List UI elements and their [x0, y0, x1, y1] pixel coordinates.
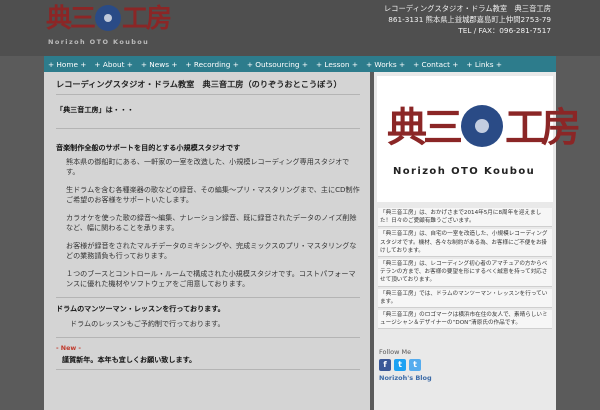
header-tel: TEL / FAX：096-281-7517 — [458, 26, 551, 35]
sidebar-logo: 典三 工房 Norizoh OTO Koubou — [377, 76, 581, 202]
nav-outsourcing[interactable]: + Outsourcing + — [247, 60, 308, 69]
studio-paragraph-5: １つのブースとコントロール・ルームで構成された小規模スタジオです。コストパフォー… — [66, 269, 356, 288]
logo-english: Norizoh OTO Koubou — [48, 38, 150, 46]
nav-works[interactable]: + Works + — [366, 60, 405, 69]
nav-contact[interactable]: + Contact + — [413, 60, 458, 69]
twitter-bird-icon[interactable]: t — [409, 359, 421, 371]
studio-paragraph-2: 生ドラムを含む各種楽器の歌などの録音、その編集〜プリ・マスタリングまで、主にCD… — [66, 185, 360, 204]
sidebar-logo-japanese: 典三 工房 — [387, 104, 581, 151]
facebook-icon[interactable]: f — [379, 359, 391, 371]
news-label: - New - — [56, 345, 81, 352]
studio-paragraph-1: 熊本県の御船町にある、一軒家の一室を改造した、小規模レコーディング専用スタジオで… — [66, 157, 350, 176]
sidebar-paragraph-2: 「典三音工房」は、自宅の一室を改造した、小規模レコーディングスタジオです。機材、… — [378, 229, 552, 258]
nav-recording[interactable]: + Recording + — [185, 60, 238, 69]
header-studio-name: レコーディングスタジオ・ドラム教室 典三音工房 — [383, 4, 551, 13]
main-nav: + Home + + About + + News + + Recording … — [44, 56, 556, 72]
studio-paragraph-3: カラオケを使った歌の録音〜編集、ナレーション録音、既に録音されたデータのノイズ削… — [66, 213, 357, 232]
main-content: レコーディングスタジオ・ドラム教室 典三音工房（のりぞうおとこうぼう） 「典三音… — [44, 72, 370, 410]
site-header: 典三 工房 Norizoh OTO Koubou レコーディングスタジオ・ドラム教… — [0, 0, 600, 56]
logo-ring-icon — [95, 5, 122, 31]
intro-heading: 「典三音工房」は・・・ — [56, 105, 135, 114]
sidebar-paragraph-5: 「典三音工房」のロゴマークは横浜市在住の友人で、素晴らしいミュージシャン＆デザイ… — [378, 310, 552, 330]
news-item[interactable]: 謹賀新年。本年も宜しくお願い致します。 — [56, 355, 360, 365]
divider — [56, 369, 360, 370]
nav-news[interactable]: + News + — [141, 60, 178, 69]
header-address: 861-3131 熊本県上益城郡嘉島町上仲間2753-79 — [388, 15, 551, 24]
sidebar-paragraph-4: 「典三音工房」では、ドラムのマンツーマン・レッスンを行っています。 — [378, 288, 552, 309]
nav-lesson[interactable]: + Lesson + — [316, 60, 358, 69]
studio-paragraph-4: お客様が録音をされたマルチデータのミキシングや、完成ミックスのプリ・マスタリング… — [66, 241, 357, 260]
blog-link[interactable]: Norizoh's Blog — [379, 374, 432, 382]
nav-about[interactable]: + About + — [94, 60, 132, 69]
header-contact-info: レコーディングスタジオ・ドラム教室 典三音工房 861-3131 熊本県上益城郡… — [384, 3, 551, 36]
sidebar-paragraph-1: 「典三音工房」は、おかげさまで2014年5月に8周年を迎えました！日々のご愛顧有… — [378, 208, 552, 228]
sidebar-paragraph-3: 「典三音工房」は、レコーディング初心者のアマチュアの方からベテランの方まで、お客… — [378, 259, 552, 287]
twitter-icon[interactable]: t — [394, 359, 406, 371]
sidebar-info: 「典三音工房」は、おかげさまで2014年5月に8周年を迎えました！日々のご愛顧有… — [378, 208, 552, 331]
lesson-paragraph: ドラムのレッスンもご予約制で行っております。 — [70, 319, 225, 328]
sidebar-logo-ring-icon — [461, 105, 503, 147]
section-heading-lesson: ドラムのマンツーマン・レッスンを行っております。 — [56, 304, 225, 313]
logo-japanese: 典三 工房 — [46, 4, 172, 34]
site-logo[interactable]: 典三 工房 Norizoh OTO Koubou — [46, 2, 172, 50]
follow-label: Follow Me — [379, 348, 412, 356]
section-heading-studio: 音楽制作全般のサポートを目的とする小規模スタジオです — [56, 143, 241, 152]
sidebar-logo-english: Norizoh OTO Koubou — [393, 166, 536, 177]
social-links: f t t — [379, 359, 424, 371]
nav-home[interactable]: + Home + — [48, 60, 86, 69]
nav-links[interactable]: + Links + — [466, 60, 502, 69]
sidebar: 典三 工房 Norizoh OTO Koubou 「典三音工房」は、おかげさまで2… — [374, 72, 581, 410]
page-title: レコーディングスタジオ・ドラム教室 典三音工房（のりぞうおとこうぼう） — [56, 79, 342, 89]
